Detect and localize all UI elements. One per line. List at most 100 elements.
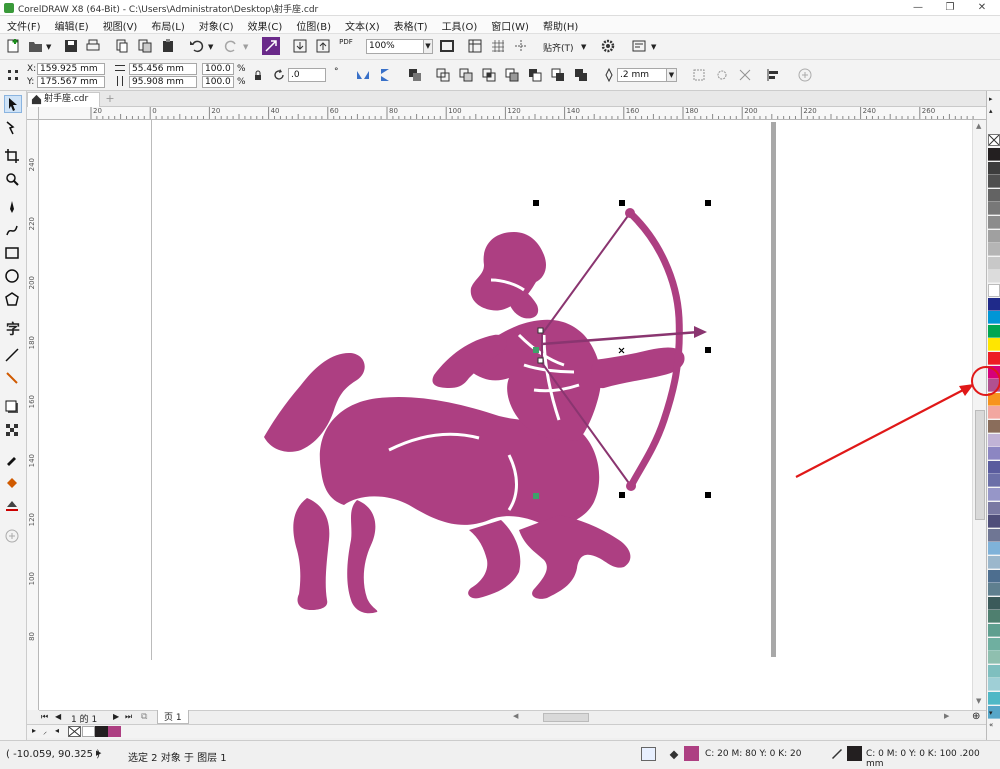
trim-icon[interactable] [457, 66, 475, 84]
palette-swatch[interactable] [988, 460, 1000, 474]
palette-swatch[interactable] [988, 528, 1000, 542]
palette-swatch[interactable] [988, 692, 1000, 705]
palette-swatch[interactable] [988, 678, 1000, 692]
eyedropper-icon[interactable] [4, 451, 22, 469]
chevron-down-icon[interactable]: ▼ [46, 43, 51, 51]
palette-swatch[interactable] [988, 352, 1000, 365]
menu-layout[interactable]: 布局(L) [144, 16, 191, 33]
swatch-white[interactable] [82, 726, 95, 737]
palette-swatch[interactable] [988, 610, 1000, 624]
save-icon[interactable] [62, 37, 80, 55]
create-boundary-icon[interactable] [572, 66, 590, 84]
palette-swatch[interactable] [988, 651, 1000, 665]
pdf-icon[interactable]: PDF [337, 37, 355, 55]
parallel-dimension-icon[interactable] [4, 347, 22, 365]
close-button[interactable]: ✕ [971, 1, 993, 15]
palette-swatch[interactable] [988, 583, 1000, 597]
menu-table[interactable]: 表格(T) [387, 16, 435, 33]
interactive-fill-icon[interactable] [4, 474, 22, 492]
intersect-icon[interactable] [480, 66, 498, 84]
handle-top-middle[interactable] [619, 200, 625, 206]
new-icon[interactable] [4, 37, 22, 55]
sagittarius-artwork[interactable] [39, 120, 987, 710]
palette-swatch[interactable] [988, 202, 1000, 216]
cut-icon[interactable] [113, 37, 131, 55]
add-page-button[interactable]: ⧉ [141, 712, 147, 722]
menu-view[interactable]: 视图(V) [96, 16, 145, 33]
palette-swatch[interactable] [988, 229, 1000, 243]
palette-swatch[interactable] [988, 624, 1000, 637]
search-content-icon[interactable] [262, 37, 280, 55]
node-handle[interactable] [533, 493, 539, 499]
page-first-button[interactable]: ⏮ [41, 712, 48, 722]
restore-button[interactable]: ❐ [939, 1, 961, 15]
page-prev-button[interactable]: ◀ [55, 712, 61, 721]
palette-swatch[interactable] [988, 338, 1000, 352]
palette-swatch[interactable] [988, 188, 1000, 202]
mirror-horizontal-icon[interactable] [354, 66, 372, 84]
palette-swatch[interactable] [988, 284, 1000, 297]
height-field[interactable]: 95.908 mm [129, 76, 197, 88]
scroll-left-icon[interactable]: ◀ [513, 712, 525, 723]
chevron-down-icon[interactable]: ▼ [243, 43, 248, 51]
palette-swatch[interactable] [988, 175, 1000, 189]
page-last-button[interactable]: ⏭ [125, 712, 132, 722]
fill-color-swatch[interactable] [684, 746, 699, 761]
node-handle[interactable] [537, 327, 544, 334]
crop-tool-icon[interactable] [4, 148, 22, 166]
vertical-ruler[interactable]: 240 220 200 180 160 140 120 100 80 [27, 120, 39, 710]
outline-width-dropdown[interactable]: ▼ [666, 68, 677, 82]
palette-swatch[interactable] [988, 474, 1000, 488]
palette-swatch[interactable] [988, 324, 1000, 338]
break-apart-icon[interactable] [736, 66, 754, 84]
fullscreen-icon[interactable] [438, 37, 456, 55]
polygon-tool-icon[interactable] [4, 291, 22, 309]
palette-swatch[interactable] [988, 311, 1000, 325]
no-color-icon[interactable] [988, 134, 1000, 146]
palette-swatch[interactable] [988, 447, 1000, 461]
x-position-field[interactable]: 159.925 mm [37, 63, 105, 75]
ellipse-tool-icon[interactable] [4, 268, 22, 286]
quick-trace-icon[interactable] [690, 66, 708, 84]
menu-bitmaps[interactable]: 位图(B) [289, 16, 338, 33]
palette-swatch[interactable] [988, 488, 1000, 501]
outline-width-field[interactable]: .2 mm [617, 68, 667, 82]
palette-swatch[interactable] [988, 637, 1000, 651]
drawing-canvas[interactable]: ▲ ▼ [39, 120, 987, 710]
palette-scroll-top-icon[interactable]: ▴ [989, 107, 993, 115]
palette-expand-icon[interactable]: « [989, 721, 993, 729]
minimize-button[interactable]: — [907, 1, 929, 15]
menu-object[interactable]: 对象(C) [192, 16, 241, 33]
palette-options-icon[interactable]: ◂ [55, 726, 59, 735]
handle-bottom-middle[interactable] [619, 492, 625, 498]
scale-y-field[interactable]: 100.0 [202, 76, 234, 88]
zoom-level-field[interactable]: 100% [366, 39, 424, 54]
import-icon[interactable] [291, 37, 309, 55]
new-tab-add-icon[interactable]: + [104, 93, 116, 105]
width-field[interactable]: 55.456 mm [129, 63, 197, 75]
color-proof-icon[interactable] [641, 747, 656, 761]
open-icon[interactable] [27, 37, 45, 55]
palette-swatch[interactable] [988, 270, 1000, 284]
mirror-vertical-icon[interactable] [376, 66, 394, 84]
angle-field[interactable]: .0 [288, 68, 326, 82]
tab-document[interactable]: 射手座.cdr [27, 92, 100, 107]
page-tab[interactable]: 页 1 [157, 710, 189, 724]
palette-swatch[interactable] [988, 664, 1000, 678]
chevron-down-icon[interactable]: ▼ [651, 43, 656, 51]
zoom-tool-icon[interactable] [4, 171, 22, 189]
show-rulers-icon[interactable] [466, 37, 484, 55]
swatch-black[interactable] [95, 726, 108, 737]
scroll-thumb[interactable] [975, 410, 985, 520]
palette-scroll-down-icon[interactable]: ▾ [989, 709, 993, 717]
palette-swatch[interactable] [988, 596, 1000, 610]
show-guidelines-icon[interactable] [512, 37, 530, 55]
menu-effects[interactable]: 效果(C) [241, 16, 290, 33]
smart-fill-icon[interactable] [4, 497, 22, 515]
palette-swatch[interactable] [988, 569, 1000, 583]
handle-top-right[interactable] [705, 200, 711, 206]
h-scroll-thumb[interactable] [543, 713, 589, 722]
menu-window[interactable]: 窗口(W) [484, 16, 536, 33]
ruler-origin[interactable] [27, 107, 39, 120]
chevron-down-icon[interactable]: ▼ [581, 43, 586, 51]
